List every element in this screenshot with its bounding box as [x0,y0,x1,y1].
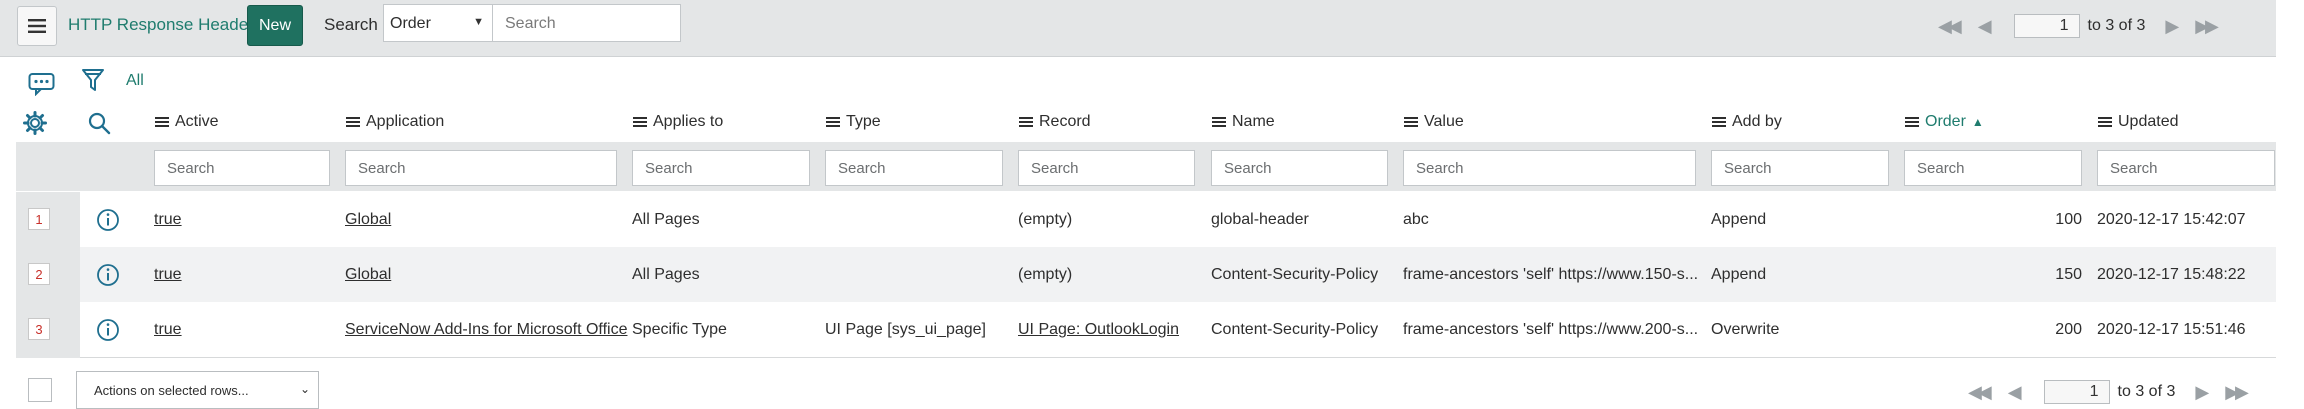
cell-value: frame-ancestors 'self' https://www.150-s… [1403,266,1699,283]
actions-on-selected-select[interactable]: Actions on selected rows... ⌄ [76,371,319,409]
gear-icon[interactable] [22,110,48,136]
first-page-icon[interactable]: ◀◀ [1968,382,1992,403]
cell-name: Content-Security-Policy [1211,266,1379,283]
page-title[interactable]: HTTP Response Headers [68,15,262,35]
page-range-text: to 3 of 3 [2087,17,2146,34]
cell-updated: 2020-12-17 15:42:07 [2097,211,2246,228]
cell-active[interactable]: true [154,266,182,284]
sort-ascending-icon: ▲ [1971,115,1984,129]
column-menu-icon[interactable] [1019,115,1033,129]
column-menu-icon[interactable] [2098,115,2112,129]
bottom-pager: ◀◀ ◀ 1 to 3 of 3 ▶ ▶▶ [1962,380,2251,404]
search-icon[interactable] [86,110,112,136]
search-input[interactable]: Search [493,4,681,42]
cell-add-by: Append [1711,211,1767,228]
cell-applies-to: All Pages [632,266,700,283]
info-icon[interactable] [95,262,121,288]
last-page-icon[interactable]: ▶▶ [2195,16,2219,37]
info-icon[interactable] [95,317,121,343]
list-header-bar: HTTP Response Headers New Search Order ▼… [0,0,2276,57]
chat-bubble-icon[interactable] [28,72,56,96]
new-button[interactable]: New [247,5,303,46]
last-page-icon[interactable]: ▶▶ [2225,382,2249,403]
filter-bar [0,57,2276,107]
search-name-input[interactable]: Search [1211,150,1388,186]
row-number[interactable]: 3 [28,318,50,340]
column-menu-icon[interactable] [346,115,360,129]
page-range-text: to 3 of 3 [2117,383,2176,400]
column-header-record[interactable]: Record [1019,113,1091,131]
cell-application[interactable]: Global [345,211,391,229]
hamburger-menu-icon [28,19,46,33]
cell-record: (empty) [1018,266,1073,283]
search-type-input[interactable]: Search [825,150,1003,186]
search-active-input[interactable]: Search [154,150,330,186]
cell-value: frame-ancestors 'self' https://www.200-s… [1403,321,1699,338]
column-header-name[interactable]: Name [1212,113,1275,131]
cell-add-by: Append [1711,266,1767,283]
cell-updated: 2020-12-17 15:48:22 [2097,266,2246,283]
page-number-input[interactable]: 1 [2043,380,2110,404]
search-order-input[interactable]: Search [1904,150,2082,186]
next-page-icon[interactable]: ▶ [2195,382,2209,403]
column-header-applies-to[interactable]: Applies to [633,113,723,131]
search-updated-input[interactable]: Search [2097,150,2275,186]
previous-page-icon[interactable]: ◀ [1978,16,1992,37]
column-header-updated[interactable]: Updated [2098,113,2179,131]
column-header-application[interactable]: Application [346,113,444,131]
search-record-input[interactable]: Search [1018,150,1195,186]
cell-record: (empty) [1018,211,1073,228]
cell-application[interactable]: Global [345,266,391,284]
cell-active[interactable]: true [154,321,182,339]
column-header-active[interactable]: Active [155,113,219,131]
cell-record[interactable]: UI Page: OutlookLogin [1018,321,1179,339]
previous-page-icon[interactable]: ◀ [2008,382,2022,403]
next-page-icon[interactable]: ▶ [2165,16,2179,37]
cell-value: abc [1403,211,1429,228]
column-header-value[interactable]: Value [1404,113,1464,131]
column-menu-icon[interactable] [1404,115,1418,129]
cell-order: 100 [2055,211,2082,228]
page-number-input[interactable]: 1 [2013,14,2080,38]
column-header-type[interactable]: Type [826,113,881,131]
column-menu-icon[interactable] [155,115,169,129]
column-header-add-by[interactable]: Add by [1712,113,1782,131]
breadcrumb-all[interactable]: All [126,72,144,90]
chevron-down-icon: ▼ [473,16,484,28]
cell-name: Content-Security-Policy [1211,321,1379,338]
cell-applies-to: All Pages [632,211,700,228]
first-page-icon[interactable]: ◀◀ [1938,16,1962,37]
cell-application[interactable]: ServiceNow Add-Ins for Microsoft Office [345,321,627,339]
search-value-input[interactable]: Search [1403,150,1696,186]
column-menu-icon[interactable] [1212,115,1226,129]
cell-name: global-header [1211,211,1309,228]
column-menu-icon[interactable] [1905,115,1919,129]
row-number[interactable]: 1 [28,208,50,230]
info-icon[interactable] [95,207,121,233]
column-menu-icon[interactable] [826,115,840,129]
cell-order: 200 [2055,321,2082,338]
cell-type: UI Page [sys_ui_page] [825,321,986,338]
column-menu-icon[interactable] [633,115,647,129]
cell-active[interactable]: true [154,211,182,229]
filter-funnel-icon[interactable] [80,67,106,93]
column-header-order[interactable]: Order ▲ [1905,113,1984,131]
select-all-checkbox[interactable] [28,378,52,402]
search-add-by-input[interactable]: Search [1711,150,1889,186]
cell-add-by: Overwrite [1711,321,1780,338]
cell-applies-to: Specific Type [632,321,727,338]
column-menu-icon[interactable] [1712,115,1726,129]
search-applies-to-input[interactable]: Search [632,150,810,186]
row-number[interactable]: 2 [28,263,50,285]
hamburger-menu-button[interactable] [17,6,57,46]
search-application-input[interactable]: Search [345,150,617,186]
cell-updated: 2020-12-17 15:51:46 [2097,321,2246,338]
actions-select-label: Actions on selected rows... [94,383,249,398]
search-field-value: Order [390,15,431,32]
search-field-select[interactable]: Order ▼ [383,4,493,42]
top-pager: ◀◀ ◀ 1 to 3 of 3 ▶ ▶▶ [1932,14,2221,38]
search-label: Search [324,15,378,34]
chevron-down-icon: ⌄ [299,382,310,396]
cell-order: 150 [2055,266,2082,283]
